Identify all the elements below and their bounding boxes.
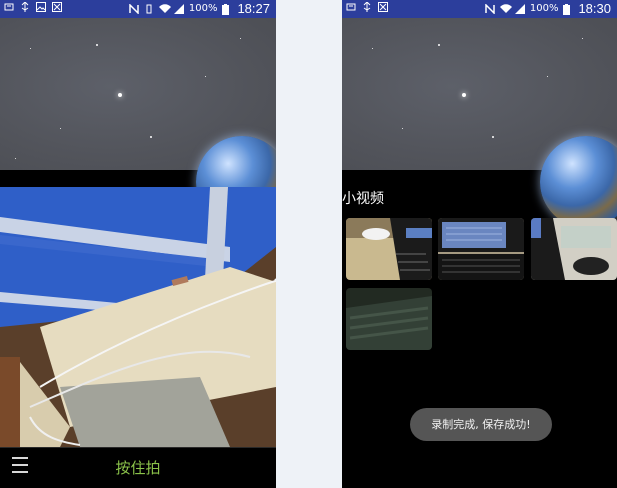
signal-bars-icon <box>173 3 184 14</box>
vibrate-icon <box>144 4 154 14</box>
star <box>492 136 494 138</box>
nfc-icon <box>485 2 495 15</box>
camera-scene <box>0 187 276 447</box>
star <box>462 93 466 97</box>
wallpaper-space <box>342 18 617 228</box>
wifi-icon <box>499 3 512 14</box>
video-thumbnail[interactable] <box>531 218 617 280</box>
video-thumbnail[interactable] <box>438 218 524 280</box>
status-bar: 100% 18:30 <box>342 0 617 18</box>
star <box>240 38 241 39</box>
star <box>118 93 122 97</box>
app-notification-icon <box>346 2 356 12</box>
star <box>438 44 440 46</box>
wifi-icon <box>158 3 171 14</box>
excel-icon <box>378 2 388 12</box>
video-thumbnail[interactable] <box>346 288 432 350</box>
star <box>15 158 16 159</box>
toast-message: 录制完成, 保存成功! <box>410 408 552 441</box>
star <box>582 38 583 39</box>
clock: 18:30 <box>578 1 611 16</box>
star <box>60 128 61 129</box>
usb-icon <box>362 1 372 12</box>
usb-icon <box>20 1 30 12</box>
hold-to-record-button[interactable]: 按住拍 <box>100 456 176 480</box>
battery-percent: 100% <box>188 3 218 14</box>
clock: 18:27 <box>237 1 270 16</box>
star <box>30 48 31 49</box>
video-list-screen: 100% 18:30 小视频 录制完成, 保存成功! <box>342 0 617 488</box>
camera-preview <box>0 187 276 447</box>
video-thumbnail[interactable] <box>346 218 432 280</box>
star <box>547 76 548 77</box>
star <box>402 128 403 129</box>
signal-bars-icon <box>514 3 525 14</box>
battery-icon <box>222 3 232 15</box>
excel-icon <box>52 2 62 12</box>
star <box>96 44 98 46</box>
recording-screen: 100% 18:27 按住拍 <box>0 0 276 488</box>
nfc-icon <box>129 2 139 15</box>
star <box>150 136 152 138</box>
image-icon <box>36 2 46 12</box>
status-bar: 100% 18:27 <box>0 0 276 18</box>
menu-icon[interactable] <box>12 457 28 473</box>
battery-percent: 100% <box>529 3 559 14</box>
app-notification-icon <box>4 2 14 12</box>
star <box>372 48 373 49</box>
bottom-toolbar: 按住拍 <box>0 447 276 488</box>
section-title: 小视频 <box>342 191 384 207</box>
battery-icon <box>563 3 573 15</box>
wallpaper-space <box>0 18 276 228</box>
star <box>205 76 206 77</box>
earth-image <box>540 136 617 228</box>
